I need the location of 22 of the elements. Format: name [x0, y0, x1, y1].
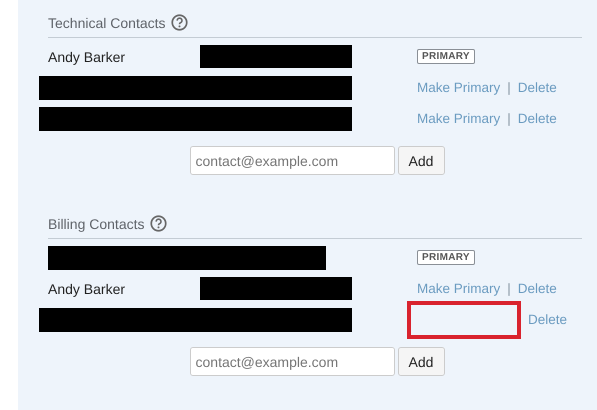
separator: |	[507, 111, 511, 126]
delete-link[interactable]: Delete	[518, 80, 557, 95]
primary-badge: PRIMARY	[417, 49, 475, 64]
add-button[interactable]: Add	[398, 347, 444, 376]
contact-name: Andy Barker	[48, 280, 126, 296]
make-primary-link[interactable]: Make Primary	[417, 111, 500, 126]
delete-link[interactable]: Delete	[518, 111, 557, 126]
help-icon[interactable]	[150, 215, 166, 232]
email-input[interactable]: contact@example.com	[190, 347, 394, 376]
section-title: Technical Contacts	[48, 14, 166, 30]
make-primary-link[interactable]: Make Primary	[417, 281, 500, 296]
section-title: Billing Contacts	[48, 216, 144, 232]
delete-link[interactable]: Delete	[518, 281, 557, 296]
help-icon[interactable]	[170, 14, 188, 31]
primary-badge: PRIMARY	[417, 250, 475, 265]
email-input[interactable]: contact@example.com	[190, 146, 394, 175]
add-button[interactable]: Add	[398, 146, 444, 175]
separator: |	[507, 80, 511, 95]
delete-link[interactable]: Delete	[528, 312, 568, 327]
make-primary-link[interactable]: Make Primary	[417, 80, 500, 95]
contact-name: Andy Barker	[48, 48, 126, 64]
separator: |	[507, 281, 511, 296]
